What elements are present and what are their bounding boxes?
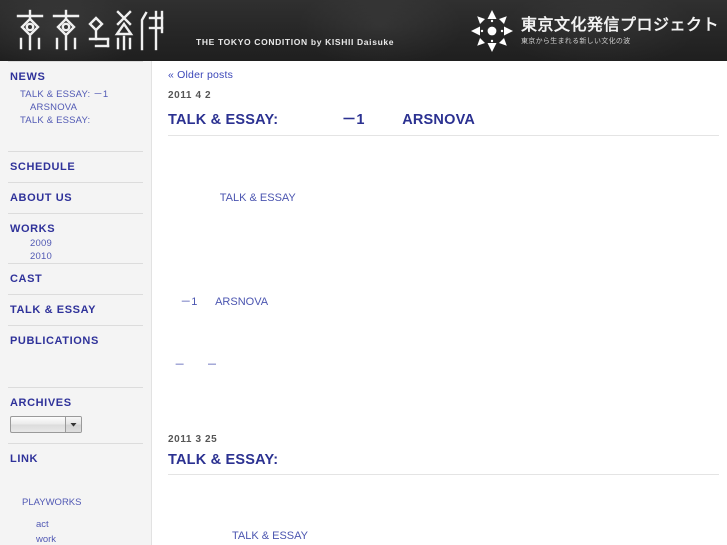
tokyo-culture-burst-mark	[470, 9, 514, 53]
sponsor-subtitle: 東京から生まれる新しい文化の波	[520, 37, 631, 45]
sidebar-item-publications[interactable]: PUBLICATIONS	[8, 326, 143, 349]
post-body: TALK & ESSAY －1 ARSNOVA － －	[168, 146, 719, 418]
sidebar-section-schedule: SCHEDULE	[0, 152, 151, 182]
sidebar-subitem-news-1[interactable]: ARSNOVA	[8, 101, 143, 114]
link-item-work[interactable]: work	[8, 532, 143, 545]
post-title[interactable]: TALK & ESSAY: －1 ARSNOVA	[168, 108, 719, 129]
post-entry: 2011 4 2 TALK & ESSAY: －1 ARSNOVA TALK &…	[168, 90, 719, 418]
sidebar-subitem-works-2010[interactable]: 2010	[8, 250, 143, 263]
tokyo-condition-logo[interactable]	[12, 8, 187, 54]
link-item-playworks[interactable]: PLAYWORKS	[8, 495, 143, 510]
sidebar-section-talk-essay: TALK & ESSAY	[0, 295, 151, 325]
post-entry: 2011 3 25 TALK & ESSAY: TALK & ESSAY	[168, 434, 719, 545]
older-posts-link[interactable]: « Older posts	[168, 69, 719, 81]
post-body-line: TALK & ESSAY	[168, 530, 308, 543]
site-header: THE TOKYO CONDITION by KISHII Daisuke 東京…	[0, 0, 727, 61]
sponsor-title: 東京文化発信プロジェクト	[520, 16, 719, 34]
sidebar-section-news: NEWS TALK & ESSAY: －1 ARSNOVA TALK & ESS…	[0, 62, 151, 151]
sidebar-item-archives[interactable]: ARCHIVES	[8, 388, 143, 411]
post-date: 2011 3 25	[168, 433, 218, 445]
sidebar-section-cast: CAST	[0, 264, 151, 294]
post-body-line: TALK & ESSAY	[168, 191, 296, 204]
sidebar-section-archives: ARCHIVES	[0, 388, 151, 443]
sidebar-item-about-us[interactable]: ABOUT US	[8, 183, 143, 206]
archives-select-value	[11, 417, 65, 432]
archives-select[interactable]	[10, 416, 82, 433]
post-body-line: － －	[168, 358, 218, 371]
sponsor-text: 東京文化発信プロジェクト 東京から生まれる新しい文化の波	[520, 16, 719, 45]
sidebar-item-talk-essay[interactable]: TALK & ESSAY	[8, 295, 143, 318]
divider	[168, 473, 719, 475]
sidebar: NEWS TALK & ESSAY: －1 ARSNOVA TALK & ESS…	[0, 61, 152, 545]
divider	[168, 135, 719, 136]
sponsor-logo[interactable]: 東京文化発信プロジェクト 東京から生まれる新しい文化の波	[470, 9, 719, 53]
post-body-line: －1 ARSNOVA	[168, 296, 269, 309]
sidebar-item-schedule[interactable]: SCHEDULE	[8, 152, 143, 175]
sidebar-subitem-works-2009[interactable]: 2009	[8, 237, 143, 250]
page-body: NEWS TALK & ESSAY: －1 ARSNOVA TALK & ESS…	[0, 61, 727, 545]
post-body: TALK & ESSAY	[168, 485, 719, 545]
sidebar-subitem-news-2[interactable]: TALK & ESSAY:	[8, 114, 143, 127]
sidebar-item-link[interactable]: LINK	[8, 444, 143, 467]
sidebar-item-works[interactable]: WORKS	[8, 214, 143, 237]
sidebar-section-about: ABOUT US	[0, 183, 151, 213]
site-tagline: THE TOKYO CONDITION by KISHII Daisuke	[196, 37, 395, 47]
sidebar-section-link: LINK PLAYWORKS act work WORKS 2010 Criti…	[0, 444, 151, 545]
sidebar-subitem-news-0[interactable]: TALK & ESSAY: －1	[8, 85, 143, 101]
main-content: « Older posts 2011 4 2 TALK & ESSAY: －1 …	[152, 61, 727, 545]
link-item-act[interactable]: act	[8, 517, 143, 532]
sidebar-section-works: WORKS 2009 2010	[0, 214, 151, 263]
link-list: PLAYWORKS act work WORKS 2010 Critical R…	[8, 491, 143, 545]
archives-select-wrap	[8, 411, 143, 443]
sidebar-item-news[interactable]: NEWS	[8, 62, 143, 85]
chevron-down-icon[interactable]	[65, 417, 81, 432]
post-date: 2011 4 2	[168, 90, 212, 101]
sidebar-section-publications: PUBLICATIONS	[0, 326, 151, 387]
sidebar-item-cast[interactable]: CAST	[8, 264, 143, 287]
post-title[interactable]: TALK & ESSAY:	[168, 452, 719, 468]
